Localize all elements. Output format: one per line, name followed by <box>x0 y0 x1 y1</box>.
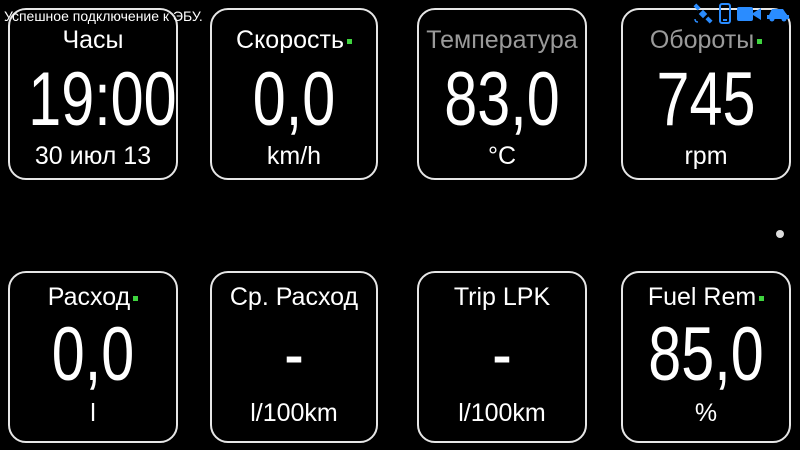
tile-title: Скорость <box>212 26 376 55</box>
tile-temperature[interactable]: Температура 83,0 °C <box>417 8 587 180</box>
tile-avg-consumption[interactable]: Ср. Расход - l/100km <box>210 271 378 443</box>
tile-clock[interactable]: Часы 19:00 30 июл 13 <box>8 8 178 180</box>
tile-value: - <box>492 312 512 397</box>
camera-icon <box>736 4 762 24</box>
status-icons <box>692 3 790 25</box>
phone-icon <box>718 3 732 25</box>
active-marker <box>757 38 763 44</box>
tile-value: - <box>284 312 304 397</box>
tile-value: 0,0 <box>252 57 336 142</box>
satellite-icon <box>692 3 714 25</box>
tile-speed[interactable]: Скорость 0,0 km/h <box>210 8 378 180</box>
tile-title: Обороты <box>623 26 789 55</box>
tile-value: 0,0 <box>51 312 135 397</box>
tile-title: Fuel Rem <box>623 283 789 312</box>
tile-unit: l/100km <box>458 399 546 427</box>
tile-trip-lpk[interactable]: Trip LPK - l/100km <box>417 271 587 443</box>
tile-unit: l/100km <box>250 399 338 427</box>
tile-title: Trip LPK <box>453 283 551 311</box>
active-marker <box>133 295 139 301</box>
tile-consumption[interactable]: Расход 0,0 l <box>8 271 178 443</box>
car-icon <box>766 5 790 23</box>
tile-rpm[interactable]: Обороты 745 rpm <box>621 8 791 180</box>
tile-value: 85,0 <box>648 312 764 397</box>
active-marker <box>346 38 352 44</box>
tile-unit: % <box>694 399 718 427</box>
tile-title: Температура <box>426 26 578 54</box>
tile-value: 745 <box>656 57 756 142</box>
tile-value: 83,0 <box>444 57 560 142</box>
tile-title: Ср. Расход <box>229 283 359 311</box>
tile-unit: 30 июл 13 <box>34 142 152 170</box>
tile-unit: °C <box>487 142 517 170</box>
tile-unit: rpm <box>684 142 728 170</box>
tile-unit: l <box>90 399 96 427</box>
active-marker <box>759 295 765 301</box>
page-indicator-dot <box>776 230 784 238</box>
tile-unit: km/h <box>266 142 322 170</box>
tile-value: 19:00 <box>28 57 177 142</box>
tile-fuel-remaining[interactable]: Fuel Rem 85,0 % <box>621 271 791 443</box>
tile-title: Расход <box>10 283 176 312</box>
status-message: Успешное подключение к ЭБУ. <box>4 8 203 24</box>
tile-title: Часы <box>62 26 124 54</box>
